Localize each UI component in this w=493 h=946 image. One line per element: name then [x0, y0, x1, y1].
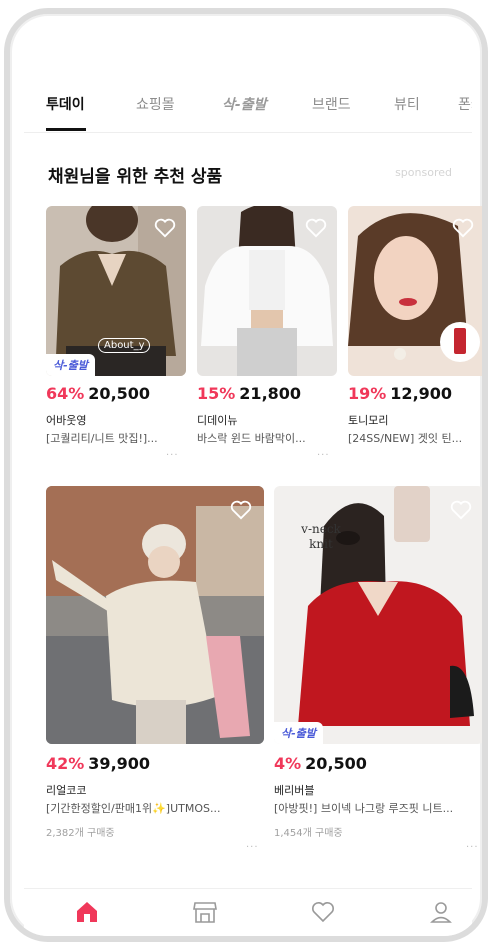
nav-label: 홈	[52, 933, 122, 936]
discount-rate: 19%	[348, 384, 387, 403]
price: 20,500	[305, 754, 367, 773]
more-icon[interactable]: ···	[246, 842, 259, 853]
tab-fast-delivery[interactable]: 삭-출발	[222, 94, 266, 114]
purchase-count: 2,382개 구매중	[46, 828, 115, 839]
product-card[interactable]: 42% 39,900 리얼코코 [기간한정할인/판매1위✨]UTMOS... 2,…	[46, 486, 264, 876]
seller-name[interactable]: 어바웃영	[46, 412, 86, 428]
price: 21,800	[239, 384, 302, 403]
product-title[interactable]: [기간한정할인/판매1위✨]UTMOS...	[46, 800, 264, 816]
wishlist-heart-icon[interactable]	[452, 218, 474, 238]
photo-caption: v-neck knit	[301, 522, 341, 551]
nav-label: 마켓	[170, 933, 240, 936]
price: 39,900	[88, 754, 151, 773]
category-tabs: 투데이 쇼핑몰 삭-출발 브랜드 뷰티 폰커	[46, 94, 472, 128]
nav-label: 찜	[288, 933, 358, 936]
purchase-count: 1,454개 구매중	[274, 828, 343, 839]
fast-delivery-badge: 삭-출발	[274, 722, 323, 744]
product-image[interactable]	[46, 486, 264, 744]
wishlist-heart-icon[interactable]	[154, 218, 176, 238]
home-icon	[77, 902, 97, 922]
sponsored-label: sponsored	[395, 166, 452, 179]
product-card[interactable]: v-neck knit 삭-출발 4% 20,500 베리버블 [아방핏!] 브이…	[274, 486, 482, 876]
product-card[interactable]: 15% 21,800 디데이뉴 바스락 윈드 바람막이... ···	[197, 206, 337, 476]
active-tab-indicator	[46, 128, 86, 131]
price-row: 42% 39,900	[46, 754, 150, 773]
tab-beauty[interactable]: 뷰티	[394, 94, 420, 114]
screen: 투데이 쇼핑몰 삭-출발 브랜드 뷰티 폰커 채원님을 위한 추천 상품 spo…	[24, 28, 482, 936]
product-image[interactable]: 삭-출발 About_y	[46, 206, 186, 376]
product-image[interactable]	[197, 206, 337, 376]
product-title[interactable]: [아방핏!] 브이넥 나그랑 루즈핏 니트...	[274, 800, 482, 816]
price-row: 19% 12,900	[348, 384, 452, 403]
price-row: 4% 20,500	[274, 754, 367, 773]
section-title: 채원님을 위한 추천 상품	[48, 167, 223, 187]
product-title[interactable]: [고퀄리티/니트 맛집!]...	[46, 430, 186, 446]
seller-name[interactable]: 베리버블	[274, 782, 314, 798]
seller-name[interactable]: 토니모리	[348, 412, 388, 428]
price: 12,900	[390, 384, 453, 403]
nav-home[interactable]: 홈	[52, 899, 122, 936]
heart-icon	[312, 902, 334, 923]
bottom-navigation: 홈 마켓 찜 마이페이지	[24, 888, 472, 936]
phone-frame: 투데이 쇼핑몰 삭-출발 브랜드 뷰티 폰커 채원님을 위한 추천 상품 spo…	[4, 8, 488, 942]
photo-watermark: About_y	[98, 338, 151, 353]
seller-name[interactable]: 리얼코코	[46, 782, 86, 798]
tab-phone-case[interactable]: 폰커	[458, 94, 472, 114]
wishlist-heart-icon[interactable]	[450, 500, 472, 520]
product-title[interactable]: 바스락 윈드 바람막이...	[197, 430, 337, 446]
price-row: 64% 20,500	[46, 384, 150, 403]
fast-delivery-badge: 삭-출발	[46, 354, 95, 376]
store-icon	[193, 902, 217, 923]
nav-label: 마이페이지	[406, 933, 476, 936]
tab-brand[interactable]: 브랜드	[312, 94, 351, 114]
product-image[interactable]	[348, 206, 482, 376]
wishlist-heart-icon[interactable]	[305, 218, 327, 238]
more-icon[interactable]: ···	[466, 842, 479, 853]
tab-shopping-mall[interactable]: 쇼핑몰	[136, 94, 175, 114]
more-icon[interactable]: ···	[317, 450, 330, 461]
discount-rate: 15%	[197, 384, 236, 403]
product-card[interactable]: 19% 12,900 토니모리 [24SS/NEW] 겟잇 틴...	[348, 206, 482, 476]
discount-rate: 4%	[274, 754, 302, 773]
product-title[interactable]: [24SS/NEW] 겟잇 틴...	[348, 430, 474, 446]
seller-name[interactable]: 디데이뉴	[197, 412, 237, 428]
nav-wishlist[interactable]: 찜	[288, 899, 358, 936]
more-icon[interactable]: ···	[166, 450, 179, 461]
wishlist-heart-icon[interactable]	[230, 500, 252, 520]
person-icon	[430, 902, 452, 923]
product-image[interactable]: v-neck knit 삭-출발	[274, 486, 482, 744]
nav-my-page[interactable]: 마이페이지	[406, 899, 476, 936]
price-row: 15% 21,800	[197, 384, 301, 403]
tabs-divider	[24, 132, 472, 133]
discount-rate: 42%	[46, 754, 85, 773]
price: 20,500	[88, 384, 151, 403]
product-card[interactable]: 삭-출발 About_y 64% 20,500 어바웃영 [고퀄리티/니트 맛집!…	[46, 206, 186, 476]
tab-today[interactable]: 투데이	[46, 94, 85, 114]
nav-market[interactable]: 마켓	[170, 899, 240, 936]
discount-rate: 64%	[46, 384, 85, 403]
